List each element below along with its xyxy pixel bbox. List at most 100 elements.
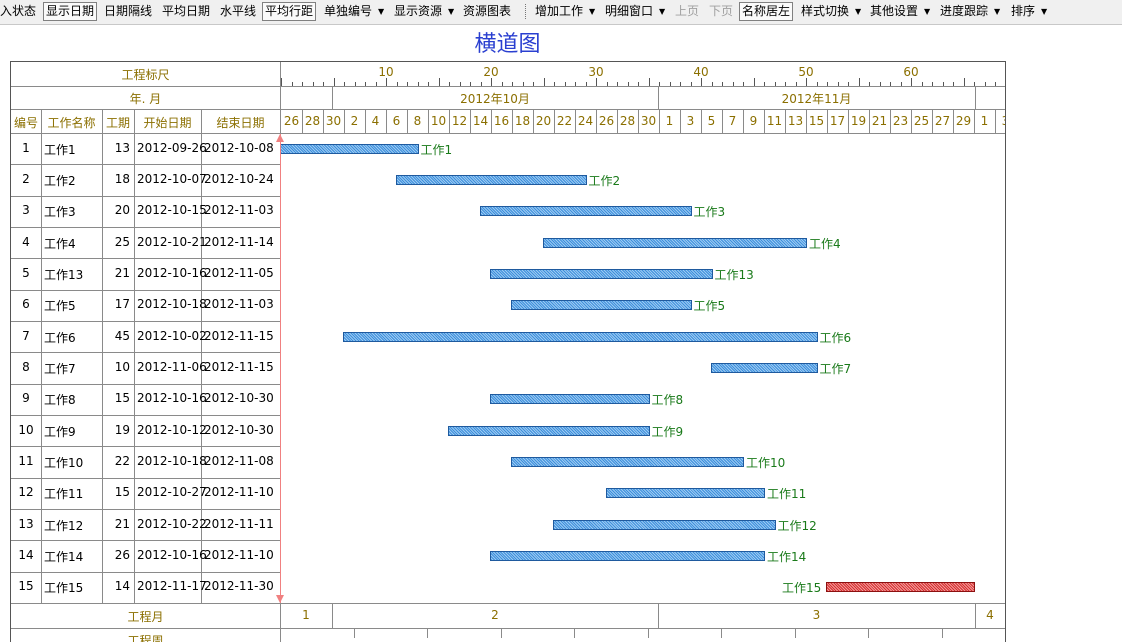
ruler-tick bbox=[659, 82, 660, 86]
toolbar-button-label: 其他设置 bbox=[870, 4, 919, 18]
task-no: 13 bbox=[18, 516, 34, 531]
task-duration: 19 bbox=[114, 422, 130, 437]
row-divider bbox=[11, 195, 280, 197]
toolbar-button-11[interactable]: 明细窗口 ▼ bbox=[605, 2, 665, 21]
month-nov: 2012年11月 bbox=[781, 92, 852, 106]
gantt-bar[interactable] bbox=[479, 206, 692, 217]
gantt-bar[interactable] bbox=[511, 300, 692, 311]
task-name[interactable]: 工作9 bbox=[44, 423, 76, 440]
ruler-tick bbox=[575, 82, 576, 86]
task-no: 10 bbox=[18, 422, 34, 437]
column-header-start[interactable]: 开始日期 bbox=[134, 114, 201, 131]
gantt-bar[interactable] bbox=[826, 582, 975, 593]
toolbar-button-8[interactable]: 显示资源 ▼ bbox=[394, 2, 454, 21]
day-label: 20 bbox=[535, 114, 552, 128]
toolbar-button-6[interactable]: 平均行距 bbox=[262, 2, 317, 21]
task-name[interactable]: 工作3 bbox=[44, 203, 76, 220]
gantt-bar[interactable] bbox=[553, 519, 776, 530]
ruler-tick bbox=[638, 82, 639, 86]
task-name[interactable]: 工作2 bbox=[44, 172, 76, 189]
gantt-bar-label: 工作6 bbox=[819, 330, 852, 345]
toolbar-button-5[interactable]: 水平线 bbox=[220, 2, 256, 21]
gantt-bar-label: 工作3 bbox=[693, 205, 726, 220]
day-label: 25 bbox=[913, 114, 930, 128]
toolbar-button-15[interactable]: 样式切换 ▼ bbox=[801, 2, 861, 21]
gantt-bar[interactable] bbox=[511, 456, 744, 467]
ruler-tick bbox=[890, 82, 891, 86]
task-name[interactable]: 工作5 bbox=[44, 297, 76, 314]
header-divider bbox=[11, 133, 1005, 134]
ruler-tick bbox=[648, 78, 650, 86]
task-end: 2012-10-08 bbox=[204, 140, 274, 155]
gantt-chart[interactable]: 工程标尺 年. 月编号 工作名称 工期 开始日期 结束日期 10 20 30 40 50 60 2012… bbox=[10, 61, 1006, 642]
task-name[interactable]: 工作7 bbox=[44, 360, 76, 377]
task-end: 2012-10-30 bbox=[204, 422, 274, 437]
toolbar-button-2[interactable]: 显示日期 bbox=[43, 2, 98, 21]
toolbar-button-9[interactable]: 资源图表 bbox=[463, 2, 511, 21]
toolbar-button-7[interactable]: 单独编号 ▼ bbox=[324, 2, 384, 21]
gantt-bar[interactable] bbox=[710, 362, 818, 373]
row-divider bbox=[11, 414, 280, 416]
task-name[interactable]: 工作11 bbox=[44, 485, 83, 502]
day-label: 3 bbox=[995, 114, 1005, 128]
column-header-name[interactable]: 工作名称 bbox=[41, 114, 102, 131]
gantt-bar-label: 工作1 bbox=[420, 142, 453, 157]
ruler-tick bbox=[344, 82, 345, 86]
toolbar-button-label: 名称居左 bbox=[742, 4, 791, 18]
toolbar-button-label: 明细窗口 bbox=[605, 4, 654, 18]
row-divider bbox=[11, 446, 280, 448]
ruler-tick bbox=[848, 82, 849, 86]
gantt-bar[interactable] bbox=[395, 174, 587, 185]
task-name[interactable]: 工作12 bbox=[44, 517, 83, 534]
table-column-line bbox=[41, 109, 42, 603]
task-end: 2012-10-30 bbox=[204, 391, 274, 406]
gantt-bar[interactable] bbox=[280, 143, 419, 154]
task-name[interactable]: 工作13 bbox=[44, 266, 83, 283]
toolbar-button-14[interactable]: 名称居左 bbox=[739, 2, 794, 21]
toolbar-button-label: 排序 bbox=[1011, 4, 1036, 18]
gantt-bar[interactable] bbox=[448, 425, 650, 436]
task-start: 2012-10-16 bbox=[137, 391, 207, 406]
task-start: 2012-10-16 bbox=[137, 265, 207, 280]
gantt-bar[interactable] bbox=[490, 550, 765, 561]
task-name[interactable]: 工作8 bbox=[44, 391, 76, 408]
toolbar-button-4[interactable]: 平均日期 bbox=[162, 2, 210, 21]
task-name[interactable]: 工作1 bbox=[44, 141, 76, 158]
toolbar-button-3[interactable]: 日期隔线 bbox=[104, 2, 152, 21]
toolbar-button-1[interactable]: 入状态 bbox=[0, 2, 36, 21]
chevron-down-icon: ▼ bbox=[924, 7, 931, 16]
task-no: 2 bbox=[22, 171, 30, 186]
task-start: 2012-09-26 bbox=[137, 140, 207, 155]
ruler-tick bbox=[995, 82, 996, 86]
gantt-bar[interactable] bbox=[490, 394, 650, 405]
task-name[interactable]: 工作14 bbox=[44, 548, 83, 565]
ruler-number: 50 bbox=[798, 65, 814, 79]
toolbar-button-17[interactable]: 进度跟踪 ▼ bbox=[940, 2, 1000, 21]
toolbar-button-18[interactable]: 排序 ▼ bbox=[1011, 2, 1047, 21]
column-header-end[interactable]: 结束日期 bbox=[201, 114, 280, 131]
project-month-number: 3 bbox=[812, 607, 821, 622]
task-name[interactable]: 工作10 bbox=[44, 454, 83, 471]
gantt-bar-label: 工作12 bbox=[777, 518, 817, 533]
ruler-tick bbox=[554, 82, 555, 86]
column-header-no[interactable]: 编号 bbox=[11, 114, 41, 131]
toolbar-button-10[interactable]: 增加工作 ▼ bbox=[535, 2, 595, 21]
chevron-down-icon: ▼ bbox=[994, 7, 1001, 16]
gantt-bar-label: 工作8 bbox=[651, 393, 684, 408]
task-name[interactable]: 工作4 bbox=[44, 235, 76, 252]
gantt-bar[interactable] bbox=[490, 268, 713, 279]
toolbar-button-label: 上页 bbox=[675, 4, 700, 18]
task-duration: 10 bbox=[114, 359, 130, 374]
day-label: 30 bbox=[640, 114, 657, 128]
toolbar-button-label: 单独编号 bbox=[324, 4, 373, 18]
task-name[interactable]: 工作15 bbox=[44, 579, 83, 596]
toolbar-button-16[interactable]: 其他设置 ▼ bbox=[870, 2, 930, 21]
ruler-tick bbox=[942, 82, 944, 86]
row-divider bbox=[11, 289, 280, 291]
ruler-tick bbox=[911, 78, 912, 86]
gantt-bar[interactable] bbox=[542, 237, 807, 248]
column-header-dur[interactable]: 工期 bbox=[102, 114, 134, 131]
task-name[interactable]: 工作6 bbox=[44, 329, 76, 346]
gantt-bar[interactable] bbox=[605, 488, 765, 499]
gantt-bar[interactable] bbox=[343, 331, 818, 342]
